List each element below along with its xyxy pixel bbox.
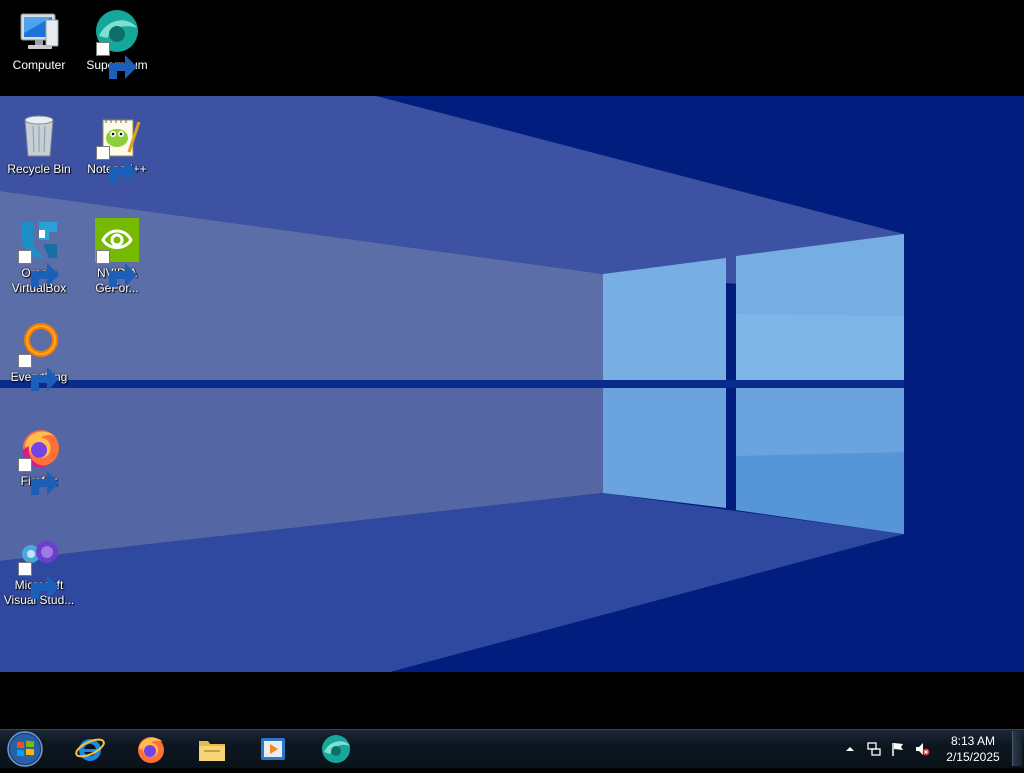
desktop-icon-notepad-plus-plus[interactable]: Notepad++ — [78, 112, 156, 183]
firefox-icon — [138, 737, 164, 763]
visual-studio-icon — [15, 528, 63, 599]
supermium-icon — [322, 735, 350, 763]
desktop-icon-recycle-bin[interactable]: Recycle Bin — [0, 112, 78, 177]
action-center-tray-button[interactable] — [890, 741, 906, 757]
desktop-icon-everything[interactable]: Everything — [0, 320, 78, 391]
action-center-flag-icon — [892, 743, 903, 756]
clock-date: 2/15/2025 — [946, 750, 1000, 764]
shortcut-arrow-icon — [18, 458, 59, 495]
shortcut-arrow-icon — [96, 146, 137, 183]
start-orb-icon — [7, 731, 43, 767]
taskbar-internet-explorer[interactable] — [70, 732, 110, 766]
computer-icon — [15, 8, 63, 56]
start-button[interactable] — [6, 730, 46, 768]
supermium-icon — [93, 8, 141, 79]
taskbar-firefox[interactable] — [130, 732, 170, 766]
desktop-icon-label: Computer — [12, 58, 66, 72]
shortcut-arrow-icon — [18, 562, 59, 599]
shortcut-arrow-icon — [96, 42, 137, 79]
desktop-icon-label: Recycle Bin — [7, 162, 71, 176]
taskbar-clock[interactable]: 8:13 AM 2/15/2025 — [936, 733, 1010, 765]
desktop-icon-firefox[interactable]: Firefox — [0, 424, 78, 495]
network-icon — [867, 742, 881, 756]
taskbar: 8:13 AM 2/15/2025 — [0, 729, 1024, 768]
volume-muted-icon — [916, 743, 930, 756]
shortcut-arrow-icon — [18, 354, 59, 391]
show-hidden-icons-button[interactable] — [842, 741, 858, 757]
desktop-icon-oracle-virtualbox[interactable]: Oracle VirtualBox — [0, 216, 78, 296]
file-explorer-icon — [199, 741, 225, 761]
recycle-bin-icon — [15, 112, 63, 160]
desktop-icon-nvidia-geforce[interactable]: NVIDIA GeFor... — [78, 216, 156, 296]
desktop-wallpaper — [0, 96, 1024, 672]
oracle-virtualbox-icon — [15, 216, 63, 287]
desktop-icon-supermium[interactable]: Supermium — [78, 8, 156, 79]
taskbar-media-player[interactable] — [253, 732, 293, 766]
everything-icon — [15, 320, 63, 391]
taskbar-file-explorer[interactable] — [192, 732, 232, 766]
desktop-icon-visual-studio[interactable]: Microsoft Visual Stud... — [0, 528, 78, 608]
chevron-up-icon — [846, 747, 854, 751]
shortcut-arrow-icon — [96, 250, 137, 287]
shortcut-arrow-icon — [18, 250, 59, 287]
network-tray-button[interactable] — [866, 741, 882, 757]
media-player-icon — [261, 738, 285, 760]
notepad-plus-plus-icon — [93, 112, 141, 183]
firefox-icon — [15, 424, 63, 495]
taskbar-supermium[interactable] — [316, 732, 356, 766]
desktop-icon-computer[interactable]: Computer — [0, 8, 78, 73]
internet-explorer-icon — [75, 738, 105, 761]
volume-tray-button[interactable] — [914, 741, 930, 757]
nvidia-geforce-icon — [93, 216, 141, 287]
show-desktop-button[interactable] — [1012, 731, 1022, 766]
clock-time: 8:13 AM — [950, 734, 996, 748]
